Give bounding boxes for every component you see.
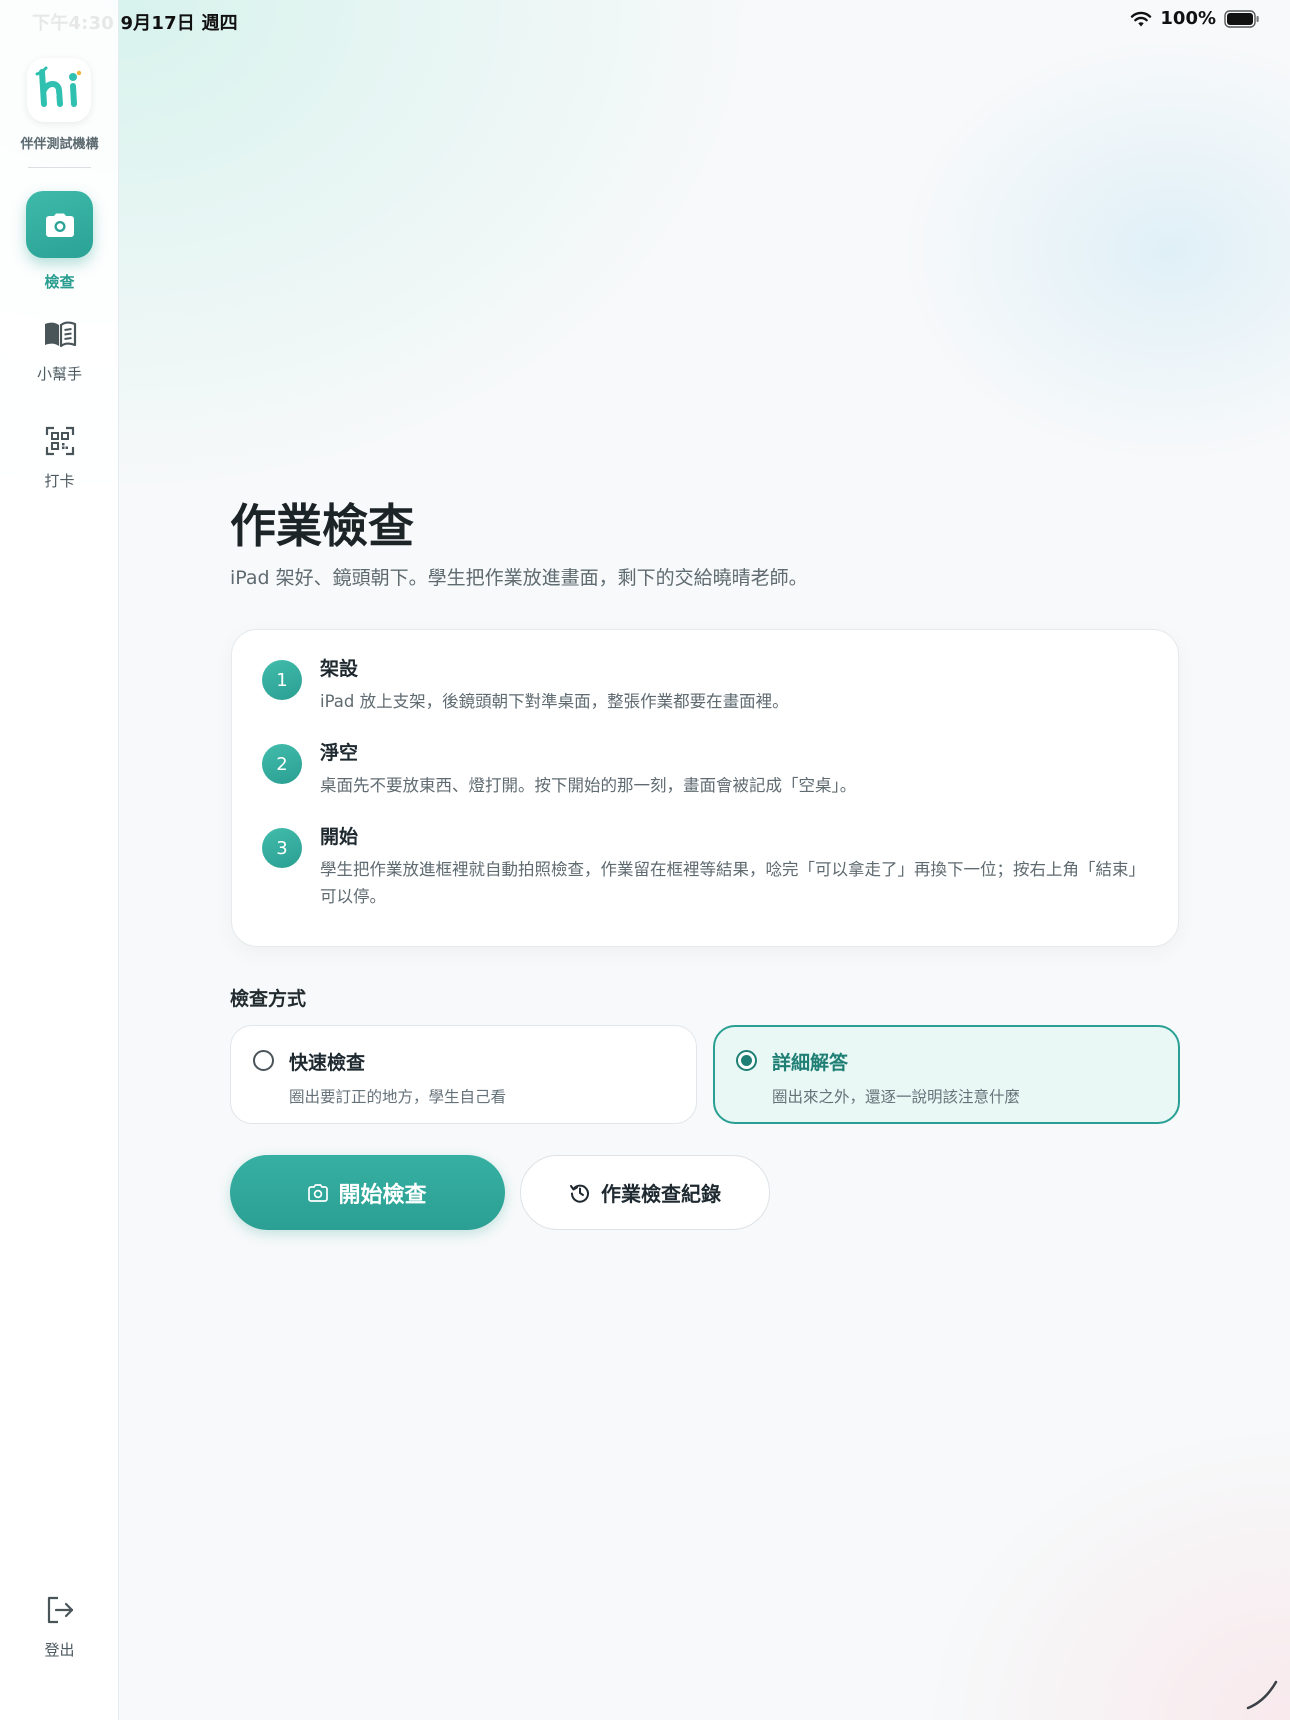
camera-icon: [45, 213, 74, 237]
nav-checkin-icon-wrap[interactable]: [42, 423, 78, 459]
history-icon: [570, 1184, 589, 1203]
start-check-label: 開始檢查: [338, 1182, 427, 1208]
option-description: 圈出要訂正的地方，學生自己看: [289, 1088, 507, 1106]
step-title: 開始: [320, 826, 359, 848]
step-description: iPad 放上支架，後鏡頭朝下對準桌面，整張作業都要在畫面裡。: [320, 692, 789, 711]
option-description: 圈出來之外，還逐一說明該注意什麼: [772, 1088, 1021, 1106]
app-logo: [27, 58, 91, 122]
step-description: 學生把作業放進框裡就自動拍照檢查，作業留在框裡等結果，唸完「可以拿走了」再換下一…: [320, 860, 1145, 906]
camera-icon: [308, 1183, 329, 1202]
step-number-badge: 1: [262, 660, 302, 700]
hi-logo-icon: [35, 66, 82, 107]
battery-percent: 100%: [1160, 8, 1216, 29]
method-heading: 檢查方式: [230, 988, 307, 1010]
sidebar-item-checkin[interactable]: 打卡: [0, 423, 119, 491]
book-icon: [44, 321, 76, 348]
option-title: 詳細解答: [772, 1052, 849, 1074]
radio-quick-check[interactable]: [253, 1050, 274, 1071]
check-history-label: 作業檢查紀錄: [601, 1182, 721, 1206]
status-right: 100%: [1130, 8, 1260, 29]
check-history-button[interactable]: 作業檢查紀錄: [520, 1155, 770, 1230]
sidebar-item-label: 小幫手: [36, 365, 82, 383]
nav-helper-icon-wrap[interactable]: [42, 316, 78, 352]
qr-code-icon: [45, 426, 74, 456]
nav-check-tile[interactable]: [26, 191, 93, 258]
sidebar: 伴伴測試機構 檢查 小幫手 打卡 登出: [0, 0, 119, 1720]
page-subtitle: iPad 架好、鏡頭朝下。學生把作業放進畫面，剩下的交給曉晴老師。: [230, 567, 808, 589]
logout-label: 登出: [44, 1641, 75, 1659]
step-title: 淨空: [320, 742, 359, 764]
option-quick-check[interactable]: 快速檢查 圈出要訂正的地方，學生自己看: [230, 1025, 697, 1124]
sidebar-item-helper[interactable]: 小幫手: [0, 316, 119, 384]
logout-icon-wrap[interactable]: [42, 1592, 78, 1628]
start-check-button[interactable]: 開始檢查: [230, 1155, 505, 1230]
step-description: 桌面先不要放東西、燈打開。按下開始的那一刻，畫面會被記成「空桌」。: [320, 776, 857, 795]
logout-icon: [47, 1596, 73, 1624]
option-detailed-answer[interactable]: 詳細解答 圈出來之外，還逐一說明該注意什麼: [713, 1025, 1180, 1124]
sidebar-divider: [28, 167, 91, 168]
wifi-icon: [1131, 11, 1152, 26]
step-number-badge: 3: [262, 828, 302, 868]
sidebar-item-label: 打卡: [44, 472, 75, 490]
scribble-corner-icon: [1246, 1680, 1278, 1710]
step-number-badge: 2: [262, 744, 302, 784]
steps-card: 1 架設 iPad 放上支架，後鏡頭朝下對準桌面，整張作業都要在畫面裡。 2 淨…: [231, 629, 1179, 947]
logout-button[interactable]: 登出: [0, 1592, 119, 1660]
status-bar: 下午4:30 9月17日 週四 100%: [0, 0, 1290, 40]
step-title: 架設: [320, 658, 359, 680]
org-name: 伴伴測試機構: [20, 137, 99, 152]
sidebar-item-label: 檢查: [44, 273, 75, 291]
option-title: 快速檢查: [289, 1052, 366, 1074]
sidebar-item-check[interactable]: 檢查: [0, 191, 119, 292]
battery-icon: [1224, 9, 1259, 28]
page-title: 作業檢查: [230, 499, 414, 553]
radio-detailed-answer[interactable]: [736, 1050, 757, 1071]
